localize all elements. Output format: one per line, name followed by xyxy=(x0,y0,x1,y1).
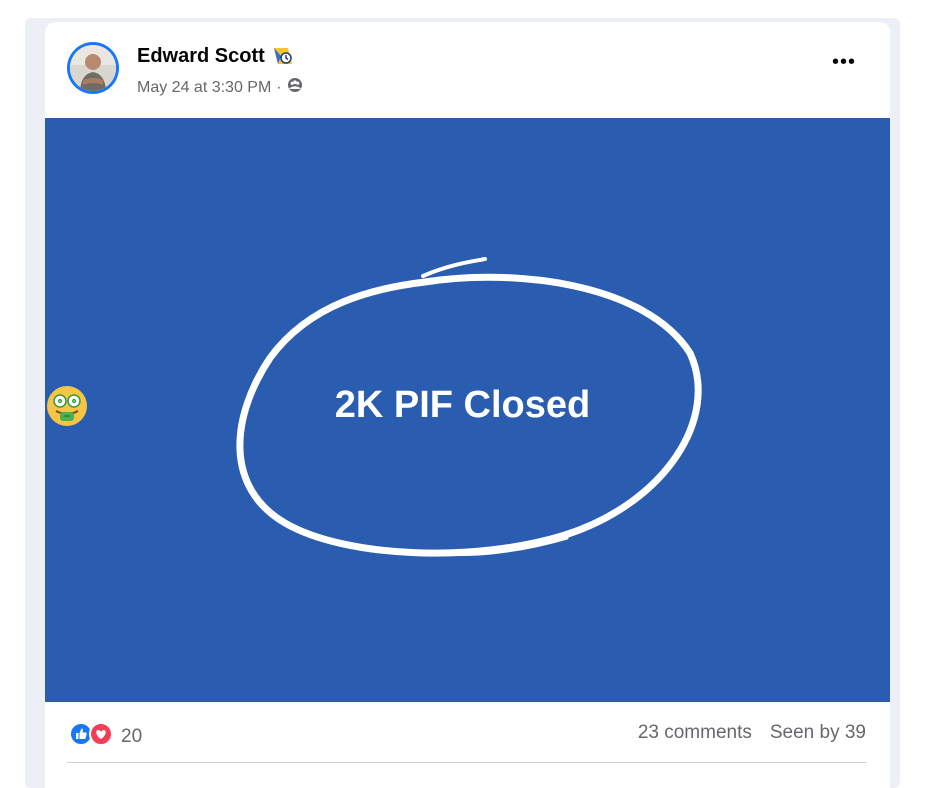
author-row: Edward Scott xyxy=(137,44,295,68)
more-options-button[interactable]: ••• xyxy=(824,52,864,80)
post-stats: 23 comments Seen by 39 xyxy=(638,722,866,744)
comments-count[interactable]: 23 comments xyxy=(638,722,752,744)
love-reaction-icon xyxy=(89,722,113,751)
seen-by-count[interactable]: Seen by 39 xyxy=(770,722,866,744)
post-banner[interactable]: 2K PIF Closed xyxy=(45,118,890,702)
post-header: Edward Scott May 24 at 3:30 PM · ••• xyxy=(45,22,890,118)
post-meta: May 24 at 3:30 PM · xyxy=(137,77,303,98)
post-card: Edward Scott May 24 at 3:30 PM · ••• 2K … xyxy=(45,22,890,788)
banner-text-row: 2K PIF Closed xyxy=(45,384,890,427)
banner-text: 2K PIF Closed xyxy=(334,384,591,426)
footer-divider xyxy=(67,762,867,763)
group-icon xyxy=(287,77,303,98)
reaction-count[interactable]: 20 xyxy=(121,726,142,748)
author-name[interactable]: Edward Scott xyxy=(137,45,265,68)
post-timestamp[interactable]: May 24 at 3:30 PM xyxy=(137,79,271,97)
top-contributor-badge-icon[interactable] xyxy=(271,44,295,68)
post-footer: 20 23 comments Seen by 39 xyxy=(45,702,890,788)
meta-separator: · xyxy=(276,78,282,96)
avatar-photo xyxy=(70,45,116,91)
reactions-summary[interactable]: 20 xyxy=(69,722,142,751)
avatar[interactable] xyxy=(67,42,119,94)
